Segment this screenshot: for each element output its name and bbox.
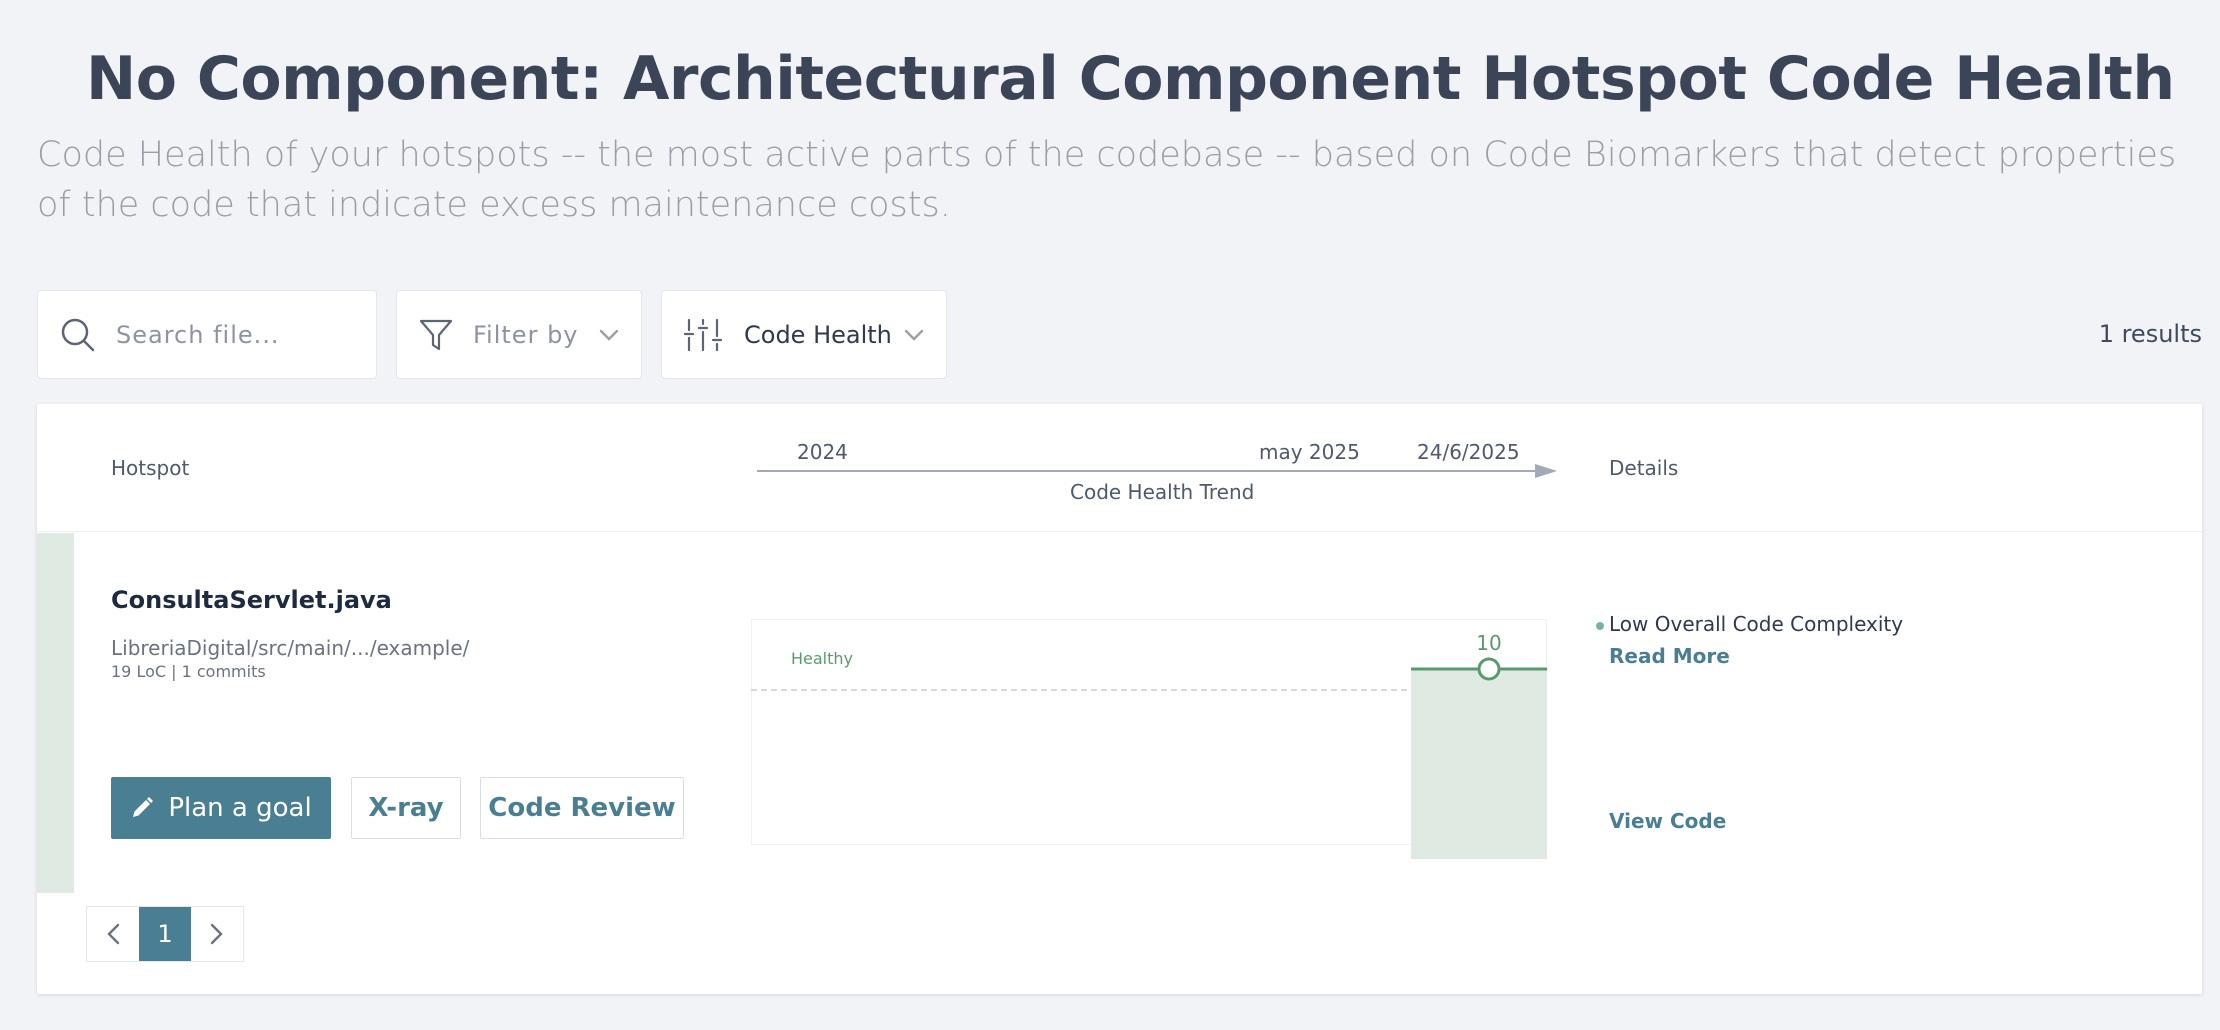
code-review-button[interactable]: Code Review	[480, 777, 684, 839]
header-trend: Code Health Trend	[1070, 480, 1255, 504]
sort-dropdown[interactable]: Code Health	[661, 290, 947, 379]
trend-tick: 2024	[797, 440, 848, 464]
biomarker-bullet	[1596, 622, 1604, 630]
pagination: 1	[86, 906, 244, 962]
trend-tick: 24/6/2025	[1417, 440, 1520, 464]
search-icon	[61, 318, 95, 351]
table-header: Hotspot 2024 may 2025 24/6/2025 Code Hea…	[37, 404, 2202, 532]
filter-icon	[419, 319, 453, 350]
biomarker-text: Low Overall Code Complexity	[1609, 612, 1904, 636]
header-hotspot: Hotspot	[111, 456, 190, 480]
health-indicator-strip	[37, 533, 74, 893]
file-name: ConsultaServlet.java	[111, 586, 392, 614]
page-title: No Component: Architectural Component Ho…	[86, 44, 2175, 114]
file-path: LibreriaDigital/src/main/.../example/	[111, 636, 470, 660]
chevron-right-icon	[210, 923, 223, 945]
view-code-link[interactable]: View Code	[1609, 809, 1726, 833]
trend-axis: 2024 may 2025 24/6/2025 Code Health Tren…	[757, 434, 1567, 514]
trend-tick: may 2025	[1259, 440, 1360, 464]
results-count: 1 results	[2098, 320, 2202, 348]
health-area	[1411, 669, 1547, 859]
xray-button[interactable]: X-ray	[351, 777, 461, 839]
plan-goal-button[interactable]: Plan a goal	[111, 777, 331, 839]
health-point	[1477, 657, 1501, 681]
arrow-right-icon	[1535, 464, 1557, 478]
chevron-left-icon	[107, 923, 120, 945]
health-value-label: 10	[1476, 631, 1501, 655]
next-page-button[interactable]	[191, 907, 243, 961]
file-meta: 19 LoC | 1 commits	[111, 662, 266, 681]
search-box[interactable]	[37, 290, 377, 379]
sort-label: Code Health	[744, 320, 892, 349]
healthy-label: Healthy	[791, 649, 853, 668]
filter-dropdown[interactable]: Filter by	[396, 290, 642, 379]
read-more-link[interactable]: Read More	[1609, 644, 1730, 668]
sliders-icon	[684, 318, 722, 351]
page-description: Code Health of your hotspots -- the most…	[37, 135, 2177, 225]
trend-axis-line	[757, 470, 1537, 472]
chevron-down-icon	[904, 329, 924, 341]
page-number-button[interactable]: 1	[139, 907, 191, 961]
chevron-down-icon	[599, 329, 619, 341]
plan-goal-label: Plan a goal	[168, 793, 312, 823]
filter-label: Filter by	[473, 320, 579, 349]
hotspot-table: Hotspot 2024 may 2025 24/6/2025 Code Hea…	[37, 404, 2202, 994]
code-health-trend-chart: Healthy 10	[751, 619, 1547, 859]
prev-page-button[interactable]	[87, 907, 139, 961]
pencil-icon	[133, 797, 154, 817]
header-details: Details	[1609, 456, 1679, 480]
search-input[interactable]	[116, 320, 346, 349]
